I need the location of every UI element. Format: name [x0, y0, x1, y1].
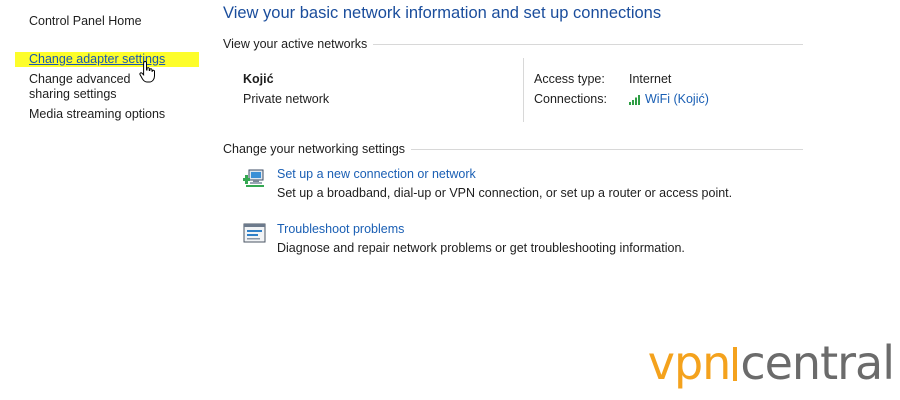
network-setup-icon [243, 169, 264, 187]
wifi-signal-icon [629, 95, 640, 105]
hand-cursor-icon [139, 61, 155, 83]
divider [411, 148, 803, 150]
active-networks-header: View your active networks [223, 37, 803, 51]
network-type: Private network [243, 92, 330, 106]
setup-connection-description: Set up a broadband, dial-up or VPN conne… [277, 186, 733, 200]
wifi-connection-label: WiFi (Kojić) [645, 92, 709, 106]
change-adapter-settings-link[interactable]: Change adapter settings [15, 52, 199, 67]
watermark-separator [733, 347, 738, 381]
networking-settings-label: Change your networking settings [223, 142, 406, 156]
access-type-value: Internet [629, 72, 672, 86]
network-info: Kojić Private network [243, 72, 329, 107]
divider [373, 43, 803, 45]
wifi-connection-link[interactable]: WiFi (Kojić) [629, 92, 709, 107]
networking-settings-header: Change your networking settings [223, 142, 803, 156]
vertical-divider [523, 58, 524, 122]
media-streaming-options-link[interactable]: Media streaming options [29, 107, 199, 122]
setup-connection-link[interactable]: Set up a new connection or network [277, 167, 732, 182]
vpncentral-watermark: vpn central [647, 336, 895, 390]
task-troubleshoot: Troubleshoot problems Diagnose and repai… [243, 222, 685, 256]
watermark-vpn-text: vpn [647, 336, 732, 390]
control-panel-home-link[interactable]: Control Panel Home [29, 14, 199, 29]
sidebar: Control Panel Home Change adapter settin… [15, 14, 199, 127]
access-type-label: Access type: [534, 72, 605, 86]
troubleshoot-description: Diagnose and repair network problems or … [277, 241, 685, 255]
connections-label: Connections: [534, 92, 607, 106]
page-title: View your basic network information and … [223, 4, 662, 22]
task-new-connection: Set up a new connection or network Set u… [243, 167, 732, 201]
troubleshoot-link[interactable]: Troubleshoot problems [277, 222, 685, 237]
troubleshoot-icon [243, 223, 266, 243]
network-name: Kojić [243, 72, 274, 86]
watermark-central-text: central [740, 336, 895, 390]
active-networks-label: View your active networks [223, 37, 368, 51]
network-properties: Access type: Internet Connections: WiFi … [534, 72, 709, 112]
